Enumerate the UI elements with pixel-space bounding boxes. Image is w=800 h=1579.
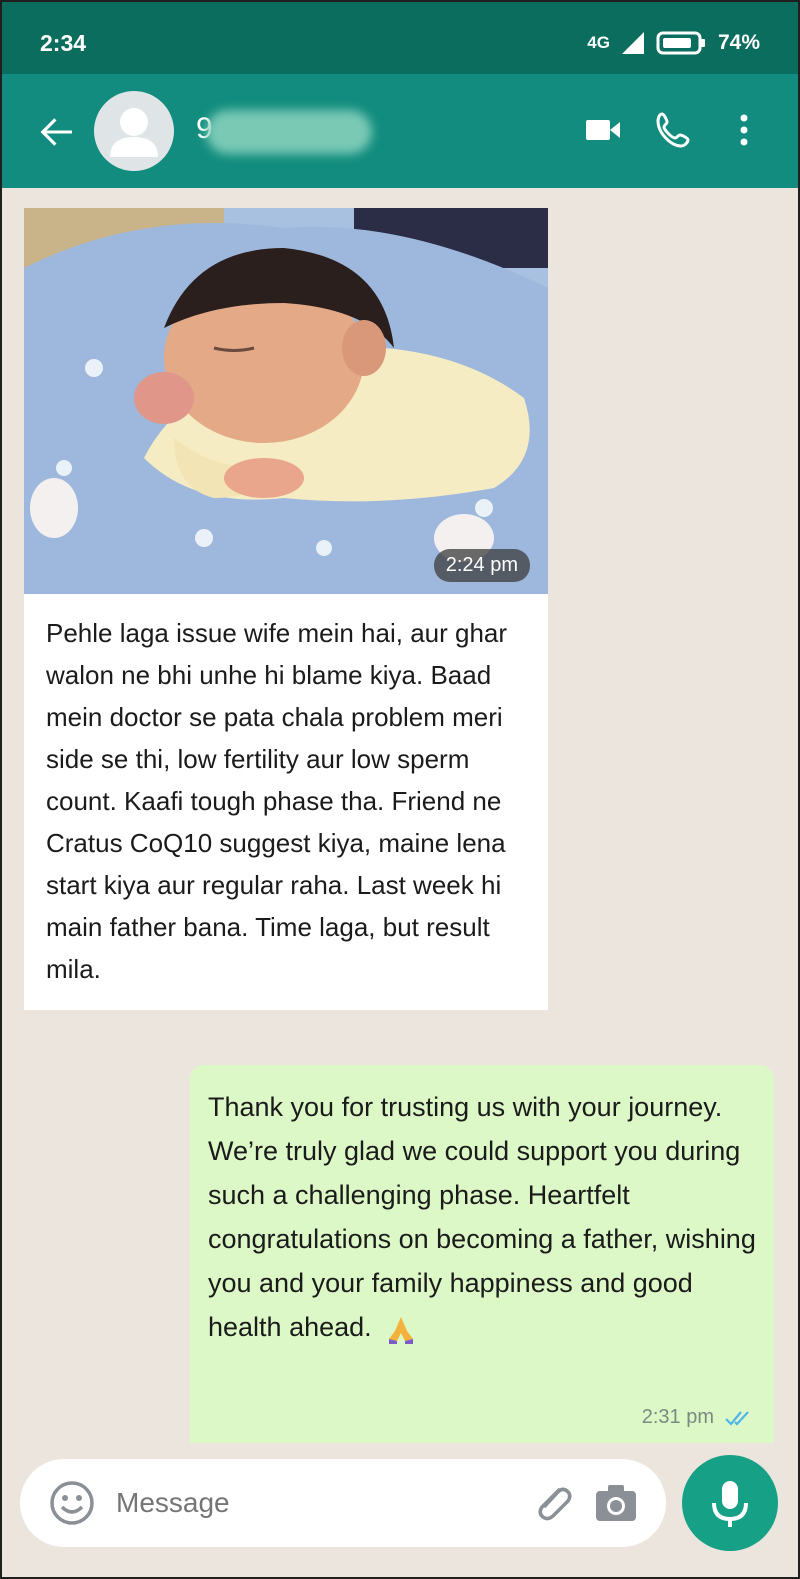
outgoing-message-text: Thank you for trusting us with your jour… (208, 1092, 756, 1342)
incoming-message[interactable]: 2:24 pm Pehle laga issue wife mein hai, … (24, 208, 548, 1010)
incoming-message-text: Pehle laga issue wife mein hai, aur ghar… (46, 618, 508, 984)
outgoing-timestamp: 2:31 pm (641, 1406, 714, 1428)
more-vert-icon[interactable] (724, 110, 764, 150)
avatar-icon (110, 108, 158, 157)
signal-icon (621, 32, 644, 54)
battery-percent: 74% (717, 31, 760, 54)
status-time: 2:34 (40, 30, 87, 56)
contact-name-redaction (206, 110, 372, 154)
newborn-baby-photo (24, 208, 548, 594)
chat-area[interactable]: 2:24 pm Pehle laga issue wife mein hai, … (2, 188, 798, 1443)
avatar[interactable] (94, 91, 174, 171)
folded-hands-icon (389, 1316, 414, 1344)
outgoing-meta: 2:31 pm (642, 1406, 754, 1429)
network-type: 4G (587, 33, 610, 52)
attach-icon[interactable] (530, 1481, 574, 1525)
back-arrow-icon[interactable] (36, 112, 76, 152)
photo-timestamp: 2:24 pm (433, 549, 530, 582)
input-bar (2, 1443, 798, 1577)
emoji-icon[interactable] (48, 1479, 96, 1527)
video-call-icon[interactable] (584, 110, 624, 150)
outgoing-message[interactable]: Thank you for trusting us with your jour… (190, 1065, 774, 1443)
status-indicators: 4G 74% (587, 30, 760, 56)
message-photo[interactable]: 2:24 pm (24, 208, 548, 594)
phone-icon[interactable] (654, 110, 694, 150)
outgoing-message-body: Thank you for trusting us with your jour… (208, 1085, 756, 1349)
mic-icon (712, 1481, 748, 1527)
chat-header: 9 (2, 74, 798, 188)
status-bar: 2:34 4G 74% (2, 2, 798, 74)
phone-screen: 2:34 4G 74% 9 2:24 pm Pehle laga issue w… (0, 0, 800, 1579)
message-input-container[interactable] (20, 1459, 666, 1547)
camera-icon[interactable] (592, 1479, 640, 1527)
message-input[interactable] (116, 1487, 496, 1519)
double-tick-read-icon (725, 1410, 749, 1426)
mic-button[interactable] (682, 1455, 778, 1551)
battery-icon (656, 31, 705, 55)
